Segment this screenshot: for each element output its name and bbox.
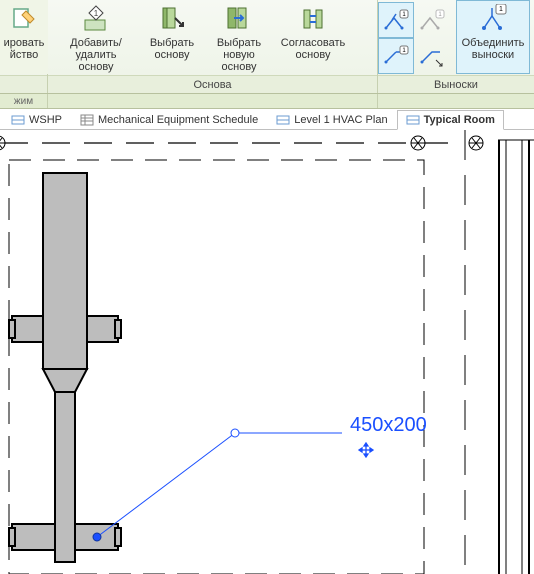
view-icon xyxy=(276,114,290,126)
pick-host-button[interactable]: Выбратьоснову xyxy=(144,0,200,74)
view-icon xyxy=(406,114,420,126)
ribbon-button-label: Выбратьоснову xyxy=(150,37,194,61)
tab-label: Mechanical Equipment Schedule xyxy=(98,114,258,126)
ribbon-group-label: Выноски xyxy=(378,75,534,93)
tab-label: Level 1 HVAC Plan xyxy=(294,114,387,126)
subbar-segment xyxy=(48,94,378,108)
ribbon-button-label: Выбратьновую основу xyxy=(205,37,273,73)
edit-icon xyxy=(8,3,40,35)
host-diamond-icon: 1 xyxy=(80,3,112,35)
tab-label: WSHP xyxy=(29,114,62,126)
tab-mech-schedule[interactable]: Mechanical Equipment Schedule xyxy=(71,109,267,129)
ribbon-group-partial: ироватьйство xyxy=(0,0,48,93)
tab-level1-hvac[interactable]: Level 1 HVAC Plan xyxy=(267,109,396,129)
svg-text:1: 1 xyxy=(499,6,503,13)
leader-tool-3[interactable]: 1 xyxy=(378,38,414,74)
schedule-icon xyxy=(80,114,94,126)
tab-wshp[interactable]: WSHP xyxy=(2,109,71,129)
ribbon-button-label: ироватьйство xyxy=(4,37,45,61)
ribbon-group-label: Основа xyxy=(48,75,377,93)
drawing-svg xyxy=(0,130,534,574)
reconcile-host-button[interactable]: Согласоватьоснову xyxy=(278,0,348,74)
leader-tool-1[interactable]: 1 xyxy=(378,2,414,38)
add-remove-host-button[interactable]: 1 Добавить/удалитьоснову xyxy=(48,0,144,74)
ribbon-button-label: Объединитьвыноски xyxy=(462,37,525,61)
pick-new-host-button[interactable]: Выбратьновую основу xyxy=(200,0,278,74)
drawing-canvas[interactable]: 450x200 xyxy=(0,130,534,574)
tab-typical-room[interactable]: Typical Room xyxy=(397,110,504,130)
tab-label: Typical Room xyxy=(424,114,495,126)
reconcile-host-icon xyxy=(297,3,329,35)
ribbon-group-host: 1 Добавить/удалитьоснову Выбратьоснову xyxy=(48,0,378,93)
leader-tool-4[interactable] xyxy=(414,38,450,74)
leader-small-buttons: 1 1 1 xyxy=(378,0,456,74)
view-icon xyxy=(11,114,25,126)
leader-tool-2[interactable]: 1 xyxy=(414,2,450,38)
ribbon-group-label xyxy=(0,75,47,93)
ribbon-subbar: жим xyxy=(0,94,534,109)
ribbon-button-label: Добавить/удалитьоснову xyxy=(53,37,139,73)
ribbon-button-label: Согласоватьоснову xyxy=(281,37,345,61)
duct-size-tag[interactable]: 450x200 xyxy=(350,414,427,437)
subbar-segment: жим xyxy=(0,94,48,108)
ribbon: ироватьйство 1 Добавить/удалитьоснову xyxy=(0,0,534,94)
view-tabbar: WSHP Mechanical Equipment Schedule Level… xyxy=(0,109,534,130)
subbar-segment xyxy=(378,94,534,108)
pick-new-host-icon xyxy=(223,3,255,35)
merge-leaders-button[interactable]: 1 Объединитьвыноски xyxy=(456,0,530,74)
pick-host-icon xyxy=(156,3,188,35)
ribbon-button-partial[interactable]: ироватьйство xyxy=(0,0,48,74)
ribbon-group-leaders: 1 1 1 xyxy=(378,0,534,93)
merge-leaders-icon: 1 xyxy=(477,3,509,35)
svg-text:1: 1 xyxy=(94,9,99,18)
